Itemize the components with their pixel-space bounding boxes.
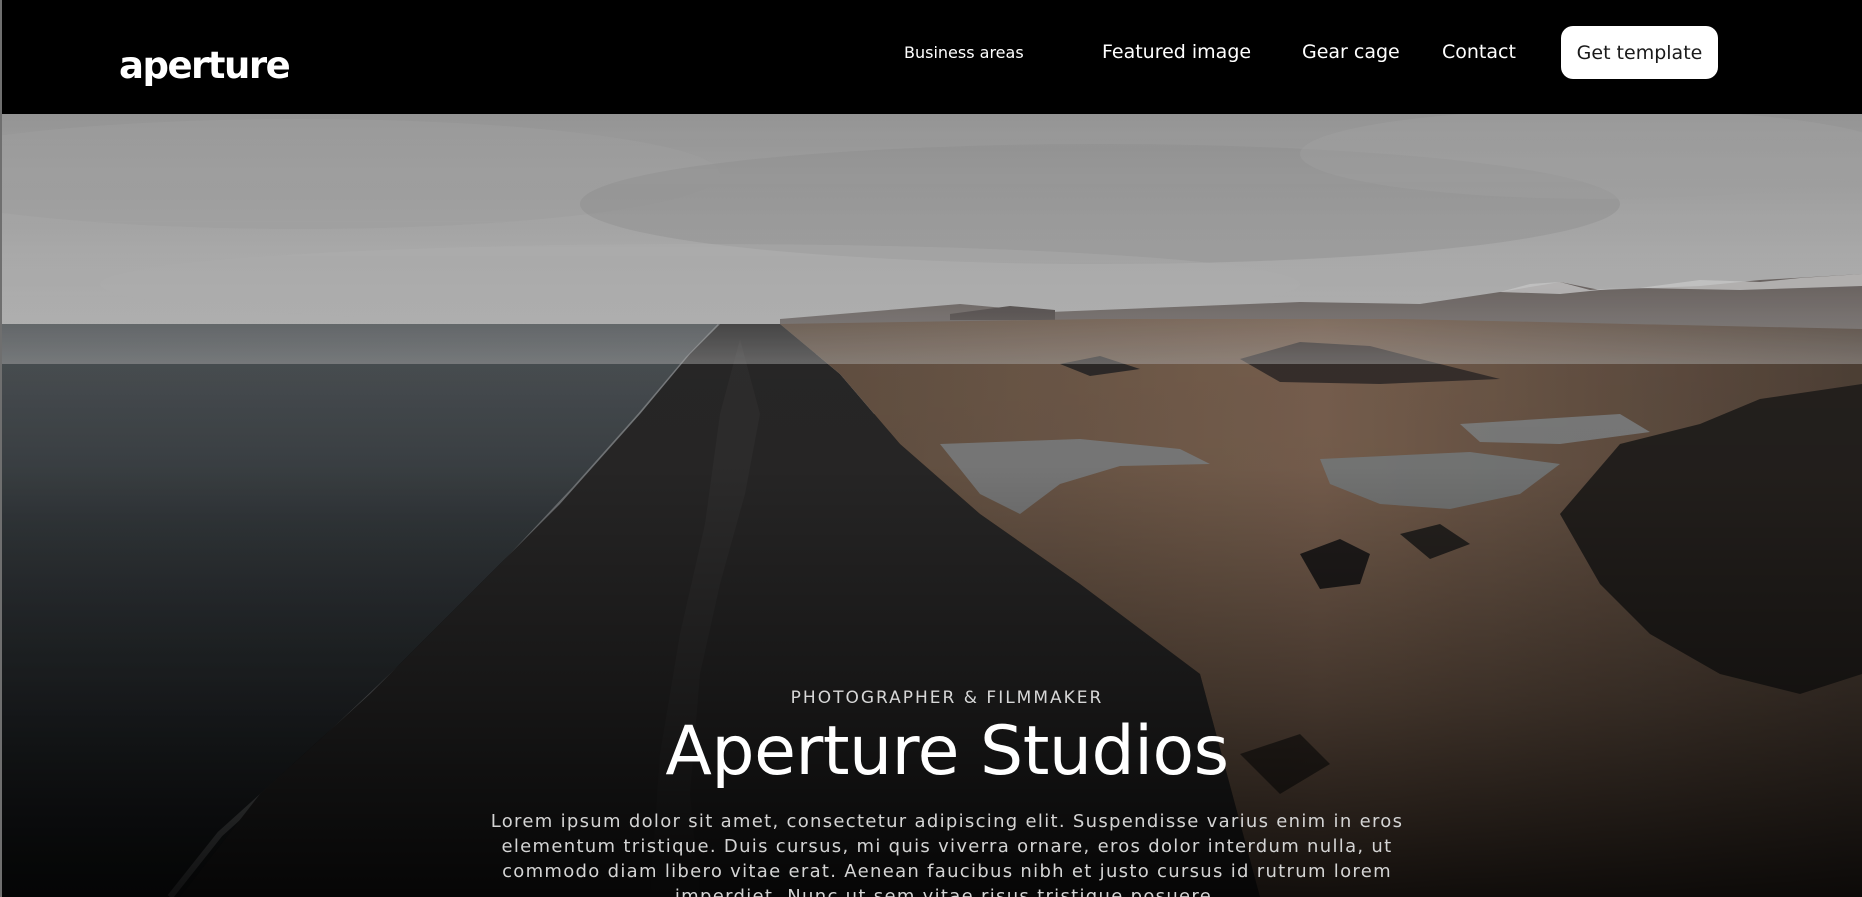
window-left-edge bbox=[0, 0, 2, 897]
hero-content: PHOTOGRAPHER & FILMMAKER Aperture Studio… bbox=[0, 114, 1862, 897]
nav-link-contact[interactable]: Contact bbox=[1442, 0, 1516, 104]
nav-link-gear-cage[interactable]: Gear cage bbox=[1302, 0, 1400, 104]
site-logo[interactable]: aperture bbox=[119, 41, 291, 91]
get-template-button[interactable]: Get template bbox=[1561, 26, 1718, 79]
hero-eyebrow: PHOTOGRAPHER & FILMMAKER bbox=[790, 688, 1104, 708]
hero-description: Lorem ipsum dolor sit amet, consectetur … bbox=[490, 811, 1404, 897]
nav-link-featured-image[interactable]: Featured image bbox=[1102, 0, 1251, 104]
page: aperture Business areas Featured image G… bbox=[0, 0, 1862, 897]
hero-section: PHOTOGRAPHER & FILMMAKER Aperture Studio… bbox=[0, 114, 1862, 897]
hero-title: Aperture Studios bbox=[665, 712, 1229, 791]
site-header: aperture Business areas Featured image G… bbox=[0, 0, 1862, 114]
nav-link-business-areas[interactable]: Business areas bbox=[904, 0, 1024, 104]
